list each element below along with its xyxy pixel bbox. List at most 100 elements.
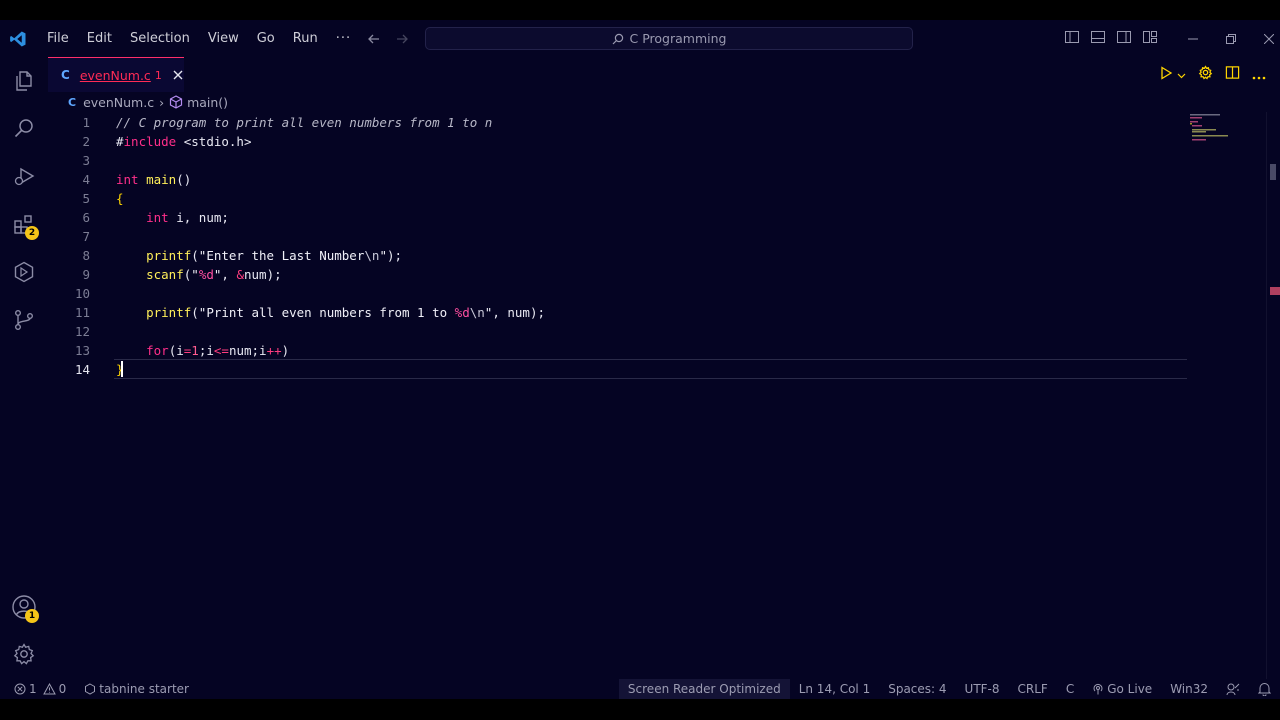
status-right: Screen Reader Optimized Ln 14, Col 1 Spa… xyxy=(618,679,1280,699)
settings-gear-icon[interactable] xyxy=(1198,65,1213,84)
line-number: 13 xyxy=(74,343,90,358)
line-number: 2 xyxy=(82,134,90,149)
search-icon[interactable] xyxy=(0,104,48,152)
chevron-down-icon[interactable] xyxy=(1177,65,1186,84)
line-number: 11 xyxy=(74,305,90,320)
broadcast-icon xyxy=(1093,683,1103,695)
manage-gear-icon[interactable] xyxy=(0,630,48,678)
tab-bar: C evenNum.c 1 xyxy=(48,57,1280,92)
go-live-button[interactable]: Go Live xyxy=(1083,679,1161,699)
code-line-13: for(i=1;i<=num;i++) xyxy=(146,343,290,358)
menu-file[interactable]: File xyxy=(38,31,78,46)
line-number: 6 xyxy=(82,210,90,225)
code-line-4: int main() xyxy=(116,172,192,187)
line-number: 3 xyxy=(82,153,90,168)
indentation[interactable]: Spaces: 4 xyxy=(879,679,955,699)
problems-indicator[interactable]: 1 0 xyxy=(14,679,66,699)
breadcrumb-symbol[interactable]: main() xyxy=(187,95,228,110)
explorer-icon[interactable] xyxy=(0,57,48,105)
code-line-5: { xyxy=(116,191,124,206)
breadcrumb-separator: › xyxy=(159,94,165,110)
tab-evennum[interactable]: C evenNum.c 1 xyxy=(48,57,184,92)
menu-edit[interactable]: Edit xyxy=(78,31,121,46)
vscode-logo-icon xyxy=(0,20,36,57)
platform[interactable]: Win32 xyxy=(1161,679,1217,699)
symbol-method-icon xyxy=(169,95,183,109)
minimize-icon[interactable] xyxy=(1174,20,1212,57)
menu-selection[interactable]: Selection xyxy=(121,31,199,46)
line-number: 5 xyxy=(82,191,90,206)
tabnine-label: tabnine starter xyxy=(99,682,189,696)
code-line-6: int i, num; xyxy=(146,210,229,225)
breadcrumb: C evenNum.c › main() xyxy=(48,92,1280,112)
end-of-line[interactable]: CRLF xyxy=(1009,679,1057,699)
current-line-highlight xyxy=(114,359,1187,379)
back-arrow-icon[interactable] xyxy=(366,31,382,47)
search-icon xyxy=(612,33,623,44)
overview-ruler xyxy=(1266,112,1280,679)
code-editor[interactable]: 1 2 3 4 5 6 7 8 9 10 11 12 13 14 // C pr… xyxy=(48,112,1280,679)
status-bar: 1 0 tabnine starter Screen Reader Optimi… xyxy=(0,679,1280,699)
extensions-icon[interactable]: 2 xyxy=(0,200,48,248)
menu-run[interactable]: Run xyxy=(284,31,327,46)
encoding[interactable]: UTF-8 xyxy=(956,679,1009,699)
restore-icon[interactable] xyxy=(1212,20,1250,57)
warning-icon xyxy=(42,683,56,695)
warning-count: 0 xyxy=(58,682,67,696)
code-line-2: #include <stdio.h> xyxy=(116,134,252,149)
customize-layout-icon[interactable] xyxy=(1142,29,1158,49)
split-editor-icon[interactable] xyxy=(1225,65,1240,84)
navigation-arrows xyxy=(366,20,410,57)
vertical-scrollbar[interactable] xyxy=(1270,164,1276,180)
code-line-9: scanf("%d", &num); xyxy=(146,267,282,282)
breadcrumb-file[interactable]: evenNum.c xyxy=(83,95,154,110)
remote-explorer-icon[interactable] xyxy=(0,248,48,296)
minimap[interactable] xyxy=(1190,112,1250,142)
cursor-position[interactable]: Ln 14, Col 1 xyxy=(790,679,880,699)
error-marker xyxy=(1270,287,1280,295)
tab-filename: evenNum.c xyxy=(79,67,151,83)
forward-arrow-icon[interactable] xyxy=(394,31,410,47)
menu-more[interactable]: ··· xyxy=(327,31,360,46)
toggle-secondary-sidebar-icon[interactable] xyxy=(1116,29,1132,49)
code-line-8: printf("Enter the Last Number\n"); xyxy=(146,248,403,263)
notifications-bell-icon[interactable] xyxy=(1249,679,1280,699)
code-line-11: printf("Print all even numbers from 1 to… xyxy=(146,305,546,320)
tabnine-status[interactable]: tabnine starter xyxy=(84,679,189,699)
run-code-icon[interactable] xyxy=(1159,65,1173,84)
error-icon xyxy=(14,683,26,695)
line-number-active: 14 xyxy=(74,362,90,377)
title-bar: File Edit Selection View Go Run ··· C Pr… xyxy=(0,20,1280,57)
activity-bar: 2 1 xyxy=(0,57,48,679)
menu-view[interactable]: View xyxy=(199,31,248,46)
screen-top-border xyxy=(0,0,1280,20)
c-language-icon: C xyxy=(68,95,77,109)
command-center-search[interactable]: C Programming xyxy=(425,27,913,50)
language-mode[interactable]: C xyxy=(1057,679,1083,699)
tab-problem-count: 1 xyxy=(154,68,162,82)
toggle-panel-icon[interactable] xyxy=(1090,29,1106,49)
command-center-label: C Programming xyxy=(629,31,727,46)
layout-controls xyxy=(1064,20,1158,57)
close-window-icon[interactable] xyxy=(1250,20,1280,57)
run-debug-icon[interactable] xyxy=(0,152,48,200)
screen-bottom-border xyxy=(0,699,1280,720)
menu-go[interactable]: Go xyxy=(248,31,284,46)
line-number: 8 xyxy=(82,248,90,263)
editor-actions xyxy=(1159,57,1266,92)
line-number: 9 xyxy=(82,267,90,282)
accounts-icon[interactable]: 1 xyxy=(0,583,48,631)
source-control-icon[interactable] xyxy=(0,296,48,344)
close-icon[interactable] xyxy=(172,68,184,82)
line-number: 4 xyxy=(82,172,90,187)
more-actions-icon[interactable] xyxy=(1252,65,1266,84)
window-controls xyxy=(1174,20,1280,57)
screen-reader-status[interactable]: Screen Reader Optimized xyxy=(618,679,790,699)
line-number: 12 xyxy=(74,324,90,339)
menu-bar: File Edit Selection View Go Run ··· xyxy=(38,31,360,46)
error-count: 1 xyxy=(29,682,37,696)
line-number: 10 xyxy=(74,286,90,301)
feedback-icon[interactable] xyxy=(1217,679,1249,699)
status-left: 1 0 tabnine starter xyxy=(14,679,189,699)
toggle-primary-sidebar-icon[interactable] xyxy=(1064,29,1080,49)
